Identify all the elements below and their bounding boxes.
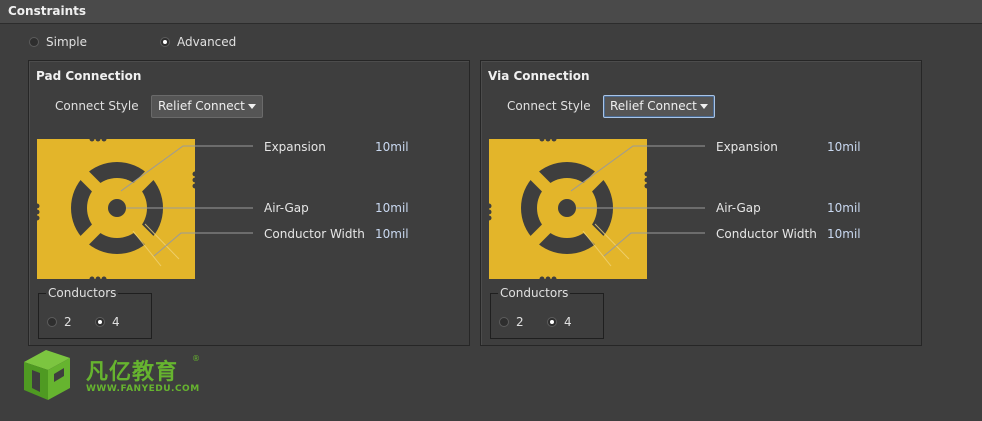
radio-selected-icon bbox=[160, 37, 170, 47]
constraints-title: Constraints bbox=[8, 4, 87, 18]
fanyedu-logo-icon bbox=[24, 350, 70, 400]
fanyedu-brand-text: 凡亿教育 bbox=[86, 360, 179, 385]
pad-airgap-label: Air-Gap bbox=[264, 201, 309, 215]
pad-connection-panel: Pad Connection Connect Style Relief Conn… bbox=[28, 60, 470, 346]
mode-simple-radio[interactable]: Simple bbox=[29, 35, 87, 49]
registered-mark: ® bbox=[192, 354, 200, 363]
pad-conductor-width-value[interactable]: 10mil bbox=[375, 227, 409, 241]
radio-unselected-icon bbox=[29, 37, 39, 47]
pad-relief-diagram bbox=[34, 136, 253, 282]
pad-airgap-value[interactable]: 10mil bbox=[375, 201, 409, 215]
pad-conductors-4-radio[interactable]: 4 bbox=[95, 315, 120, 329]
via-conductors-4-label: 4 bbox=[564, 315, 572, 329]
via-connection-panel: Via Connection Connect Style Relief Conn… bbox=[480, 60, 922, 346]
radio-selected-icon bbox=[547, 317, 557, 327]
via-airgap-label: Air-Gap bbox=[716, 201, 761, 215]
via-conductor-width-label: Conductor Width bbox=[716, 227, 817, 241]
pad-conductors-2-radio[interactable]: 2 bbox=[47, 315, 72, 329]
copper-pad-graphic bbox=[34, 136, 198, 282]
via-conductor-width-value[interactable]: 10mil bbox=[827, 227, 861, 241]
radio-selected-icon bbox=[95, 317, 105, 327]
mode-advanced-radio[interactable]: Advanced bbox=[160, 35, 236, 49]
pad-conductor-width-label: Conductor Width bbox=[264, 227, 365, 241]
pad-conductors-group: Conductors 2 4 bbox=[38, 286, 152, 339]
via-expansion-value[interactable]: 10mil bbox=[827, 140, 861, 154]
radio-unselected-icon bbox=[499, 317, 509, 327]
copper-via-graphic bbox=[486, 136, 650, 282]
via-conductors-2-radio[interactable]: 2 bbox=[499, 315, 524, 329]
pad-expansion-label: Expansion bbox=[264, 140, 326, 154]
via-conductors-group: Conductors 2 4 bbox=[490, 286, 604, 339]
pad-conductors-4-label: 4 bbox=[112, 315, 120, 329]
pad-expansion-value[interactable]: 10mil bbox=[375, 140, 409, 154]
via-relief-diagram bbox=[486, 136, 705, 282]
via-conductors-4-radio[interactable]: 4 bbox=[547, 315, 572, 329]
via-conductors-title: Conductors bbox=[498, 286, 571, 300]
fanyedu-url: WWW.FANYEDU.COM bbox=[86, 384, 200, 394]
via-airgap-value[interactable]: 10mil bbox=[827, 201, 861, 215]
pad-conductors-title: Conductors bbox=[46, 286, 119, 300]
mode-advanced-label: Advanced bbox=[177, 35, 237, 49]
fanyedu-watermark: 凡亿教育 ® WWW.FANYEDU.COM bbox=[20, 348, 220, 404]
mode-simple-label: Simple bbox=[46, 35, 87, 49]
pad-conductors-2-label: 2 bbox=[64, 315, 72, 329]
via-conductors-2-label: 2 bbox=[516, 315, 524, 329]
constraints-header: Constraints bbox=[0, 0, 982, 24]
radio-unselected-icon bbox=[47, 317, 57, 327]
via-expansion-label: Expansion bbox=[716, 140, 778, 154]
